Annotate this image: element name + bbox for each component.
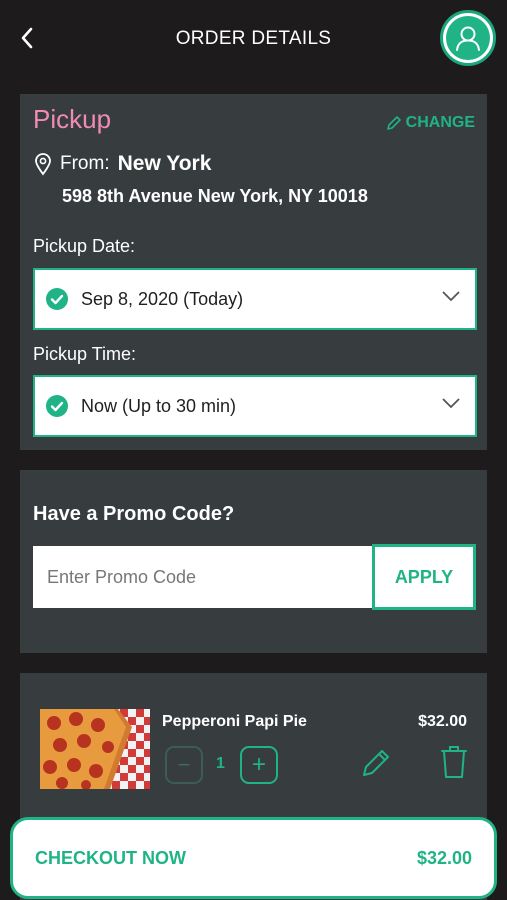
pencil-icon <box>363 750 389 776</box>
chevron-down-icon <box>442 291 460 302</box>
map-pin-icon <box>35 153 51 176</box>
item-name: Pepperoni Papi Pie <box>162 713 307 730</box>
pickup-date-select[interactable]: Sep 8, 2020 (Today) <box>33 268 477 330</box>
promo-card: Have a Promo Code? APPLY <box>20 470 487 653</box>
pickup-location: From: New York <box>34 152 211 176</box>
checkout-total: $32.00 <box>416 847 472 868</box>
checkout-label: CHECKOUT NOW <box>35 847 186 868</box>
pickup-city: New York <box>117 152 212 175</box>
checkout-button[interactable]: CHECKOUT NOW $32.00 <box>10 817 497 899</box>
apply-button[interactable]: APPLY <box>372 544 476 610</box>
from-label: From: <box>60 153 110 174</box>
pickup-date-value: Sep 8, 2020 (Today) <box>81 288 244 309</box>
item-image <box>40 709 150 789</box>
trash-icon <box>441 746 467 778</box>
profile-button[interactable] <box>440 10 496 66</box>
item-quantity: 1 <box>216 755 225 772</box>
promo-code-input[interactable] <box>33 546 373 608</box>
pickup-address: 598 8th Avenue New York, NY 10018 <box>62 186 368 206</box>
item-price: $32.00 <box>418 713 467 730</box>
promo-heading: Have a Promo Code? <box>33 503 235 525</box>
pickup-title: Pickup <box>33 104 112 134</box>
page-title: ORDER DETAILS <box>175 28 332 49</box>
check-circle-icon <box>46 395 68 417</box>
increase-quantity-button[interactable]: + <box>240 746 278 784</box>
check-circle-icon <box>46 288 68 310</box>
decrease-quantity-button[interactable]: − <box>165 746 203 784</box>
pickup-date-label: Pickup Date: <box>33 236 136 256</box>
app-header: ORDER DETAILS <box>0 0 507 78</box>
change-label: CHANGE <box>405 114 475 131</box>
edit-item-button[interactable] <box>360 747 392 779</box>
pickup-time-label: Pickup Time: <box>33 344 137 364</box>
chevron-down-icon <box>442 398 460 409</box>
delete-item-button[interactable] <box>441 745 467 779</box>
pickup-card: Pickup CHANGE From: New York 598 8th Ave… <box>20 94 487 450</box>
pickup-time-select[interactable]: Now (Up to 30 min) <box>33 375 477 437</box>
change-location-button[interactable]: CHANGE <box>386 114 475 132</box>
user-icon <box>446 16 490 60</box>
pickup-time-value: Now (Up to 30 min) <box>81 395 237 416</box>
pencil-icon <box>386 116 401 130</box>
